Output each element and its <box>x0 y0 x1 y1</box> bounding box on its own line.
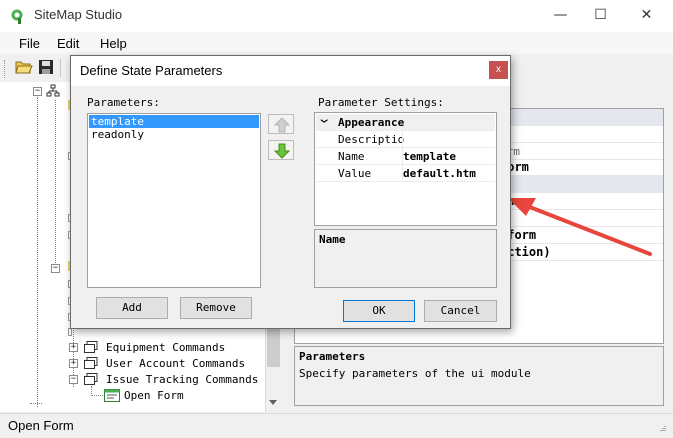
tree-scrollbar-thumb[interactable] <box>267 325 280 367</box>
settings-key: Descriptio <box>338 133 405 146</box>
maximize-button[interactable]: ☐ <box>578 0 623 32</box>
tree-expander[interactable]: − <box>33 87 42 96</box>
menu-file[interactable]: File <box>19 36 40 51</box>
tree-item-user-account-commands[interactable]: User Account Commands <box>106 357 245 370</box>
cancel-button[interactable]: Cancel <box>424 300 497 322</box>
save-icon[interactable] <box>38 59 54 75</box>
settings-description-title: Name <box>319 233 346 246</box>
settings-row-name[interactable]: Name template <box>316 148 495 165</box>
settings-value[interactable]: template <box>403 150 456 163</box>
toolbar-grip <box>4 60 6 78</box>
form-icon <box>104 389 120 402</box>
move-up-button[interactable] <box>268 114 294 134</box>
resize-grip-icon[interactable] <box>655 424 667 434</box>
menu-edit[interactable]: Edit <box>57 36 79 51</box>
settings-category-label: Appearance <box>338 116 405 129</box>
status-bar <box>0 413 673 438</box>
tree-guide <box>30 403 42 411</box>
open-folder-icon[interactable] <box>15 59 33 75</box>
command-folder-icon <box>84 357 98 369</box>
scroll-down-icon[interactable] <box>269 400 277 405</box>
remove-button[interactable]: Remove <box>180 297 252 319</box>
move-down-button[interactable] <box>268 140 294 160</box>
command-folder-icon <box>84 373 98 385</box>
command-folder-icon <box>84 341 98 353</box>
parameter-settings-label: Parameter Settings: <box>318 96 444 109</box>
tree-item-open-form[interactable]: Open Form <box>124 389 184 402</box>
settings-key: Value <box>338 167 372 180</box>
tree-expander[interactable]: − <box>69 375 78 384</box>
window-title: SiteMap Studio <box>34 7 123 22</box>
settings-key: Name <box>338 150 365 163</box>
tree-item-issue-tracking-commands[interactable]: Issue Tracking Commands <box>106 373 258 386</box>
parameter-item-readonly[interactable]: readonly <box>89 128 259 141</box>
annotation-arrow-icon <box>508 198 652 256</box>
dialog-title: Define State Parameters <box>80 63 223 78</box>
tree-expander[interactable]: + <box>69 343 78 352</box>
sitemap-icon <box>46 84 60 97</box>
settings-value[interactable]: default.htm <box>403 167 476 180</box>
minimize-button[interactable]: — <box>538 0 583 32</box>
tree-item-equipment-commands[interactable]: Equipment Commands <box>106 341 225 354</box>
description-text: Specify parameters of the ui module <box>299 367 531 380</box>
arrow-down-icon <box>273 143 291 159</box>
dialog-close-button[interactable]: x <box>489 61 508 79</box>
tree-guide <box>91 395 103 396</box>
add-button[interactable]: Add <box>96 297 168 319</box>
close-button[interactable]: ✕ <box>624 0 669 32</box>
app-icon <box>11 9 23 24</box>
settings-row-description[interactable]: Descriptio <box>316 131 495 148</box>
tree-guide <box>37 97 38 407</box>
tree-expander[interactable]: − <box>51 264 60 273</box>
arrow-up-icon <box>273 117 291 133</box>
tree-guide <box>55 100 56 265</box>
description-title: Parameters <box>299 350 366 363</box>
toolbar-separator <box>60 59 61 77</box>
settings-column-divider <box>402 131 403 182</box>
settings-category-appearance[interactable]: ❯ Appearance <box>316 114 495 131</box>
status-text: Open Form <box>8 418 74 433</box>
page-icon <box>68 328 72 336</box>
menu-help[interactable]: Help <box>100 36 127 51</box>
tree-expander[interactable]: + <box>69 359 78 368</box>
chevron-down-icon[interactable]: ❯ <box>319 118 329 123</box>
parameters-label: Parameters: <box>87 96 160 109</box>
settings-row-value[interactable]: Value default.htm <box>316 165 495 182</box>
ok-button[interactable]: OK <box>343 300 415 322</box>
parameter-item-template[interactable]: template <box>89 115 259 128</box>
